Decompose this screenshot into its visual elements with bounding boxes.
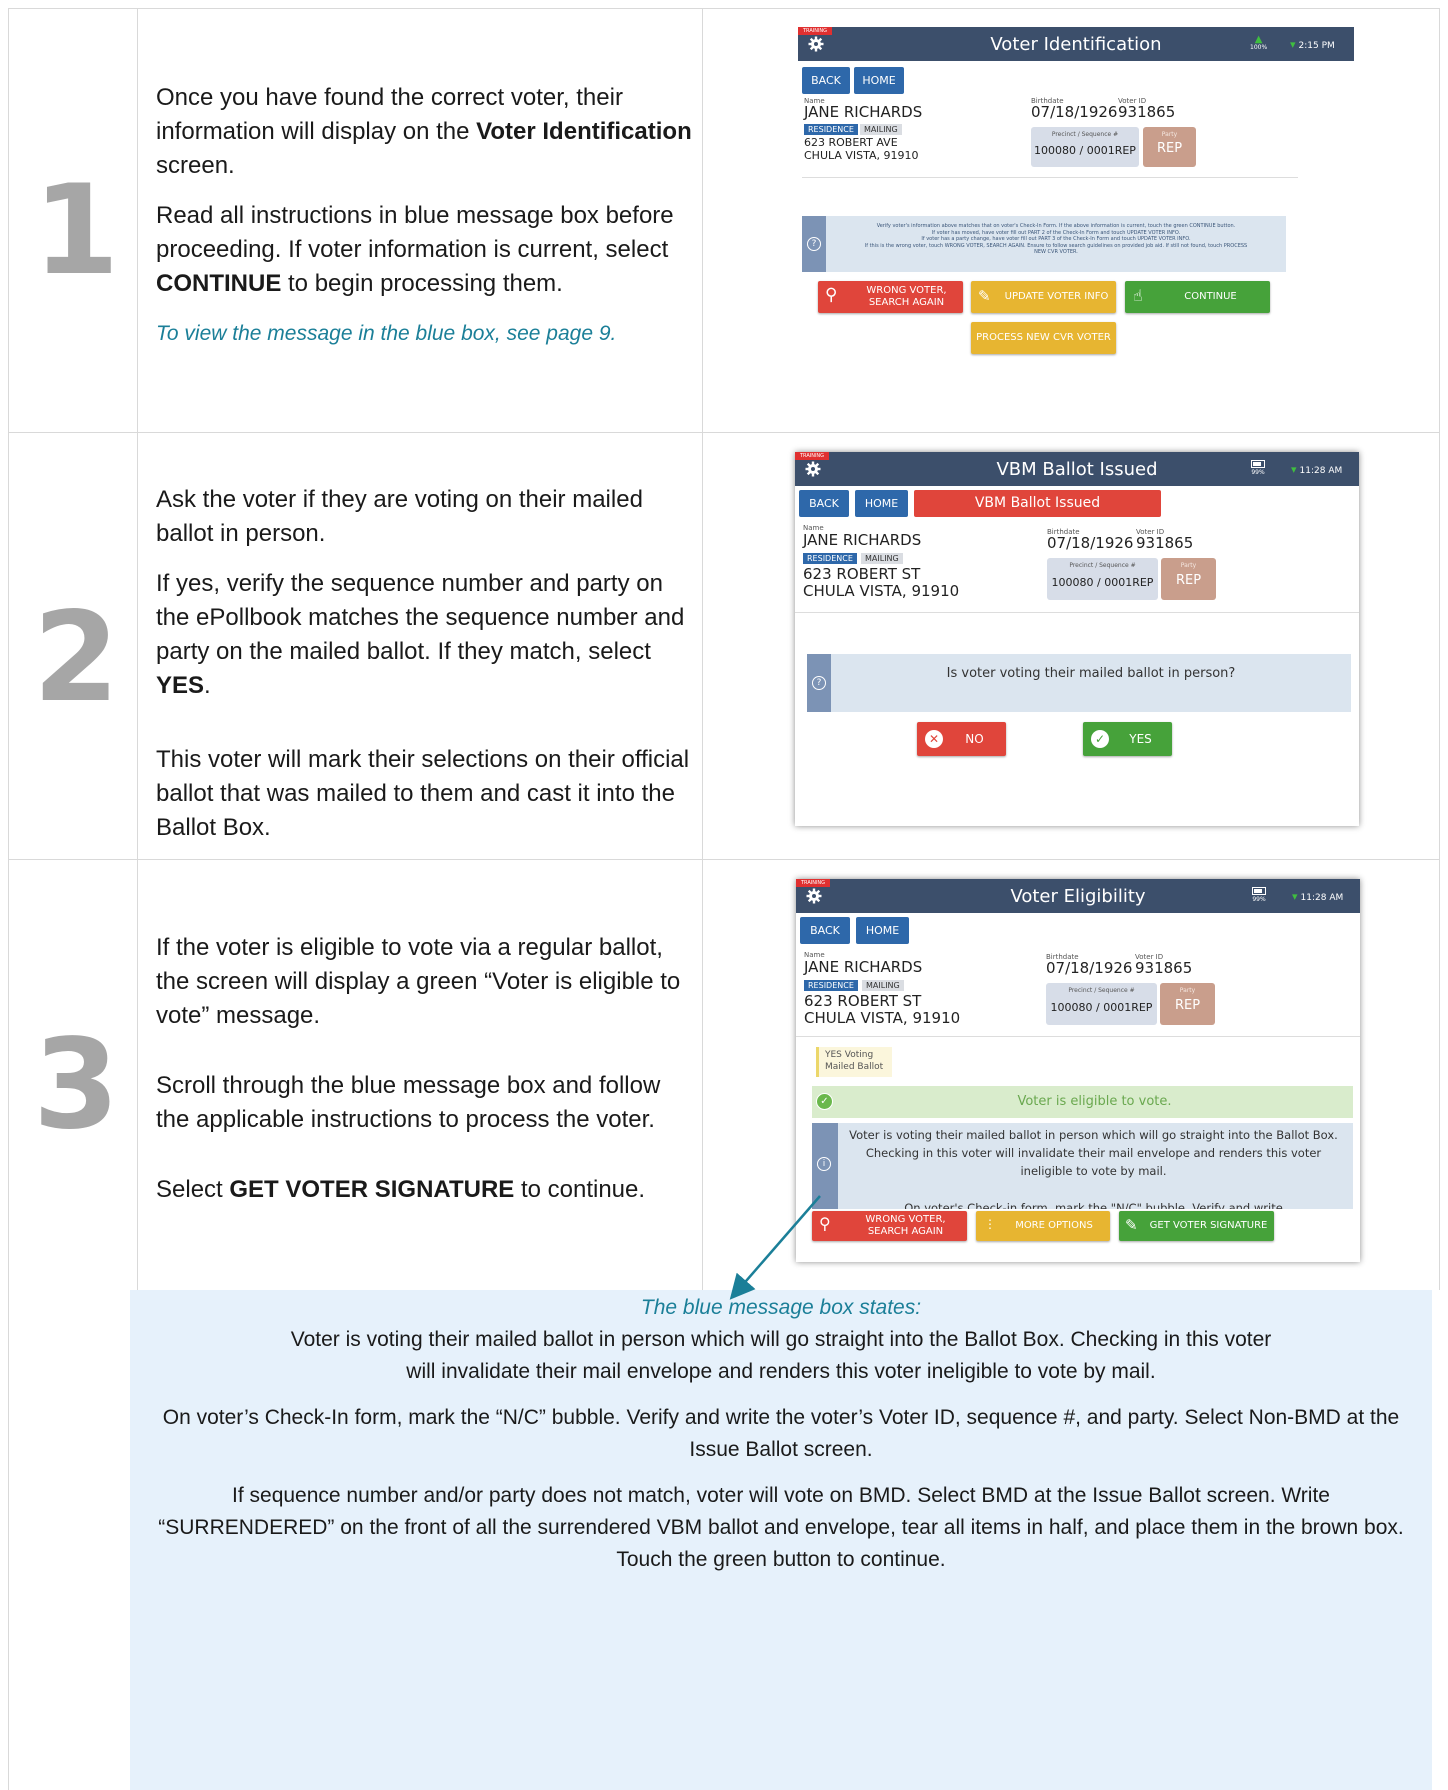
pointer-arrow <box>729 1195 821 1300</box>
